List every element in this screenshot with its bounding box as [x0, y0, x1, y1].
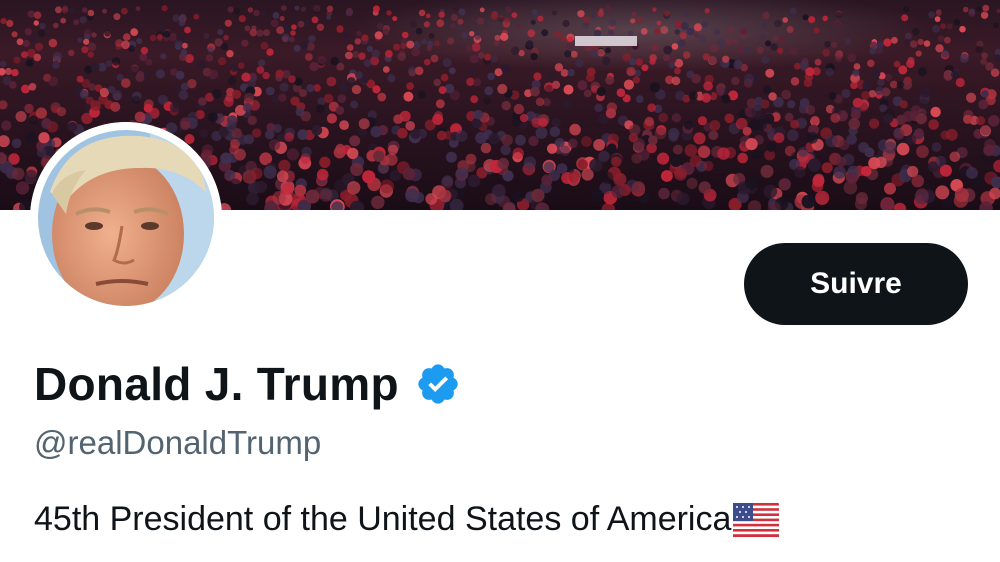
- avatar-portrait-icon: [30, 122, 222, 314]
- bio-text: 45th President of the United States of A…: [34, 500, 732, 538]
- us-flag-icon: [733, 502, 780, 537]
- user-handle: @realDonaldTrump: [34, 424, 322, 461]
- avatar[interactable]: [30, 122, 222, 314]
- display-name: Donald J. Trump: [34, 358, 399, 410]
- verified-badge-icon[interactable]: [415, 361, 461, 407]
- follow-button[interactable]: Suivre: [744, 243, 968, 325]
- bio: 45th President of the United States of A…: [34, 500, 780, 539]
- name-row: Donald J. Trump: [34, 352, 461, 416]
